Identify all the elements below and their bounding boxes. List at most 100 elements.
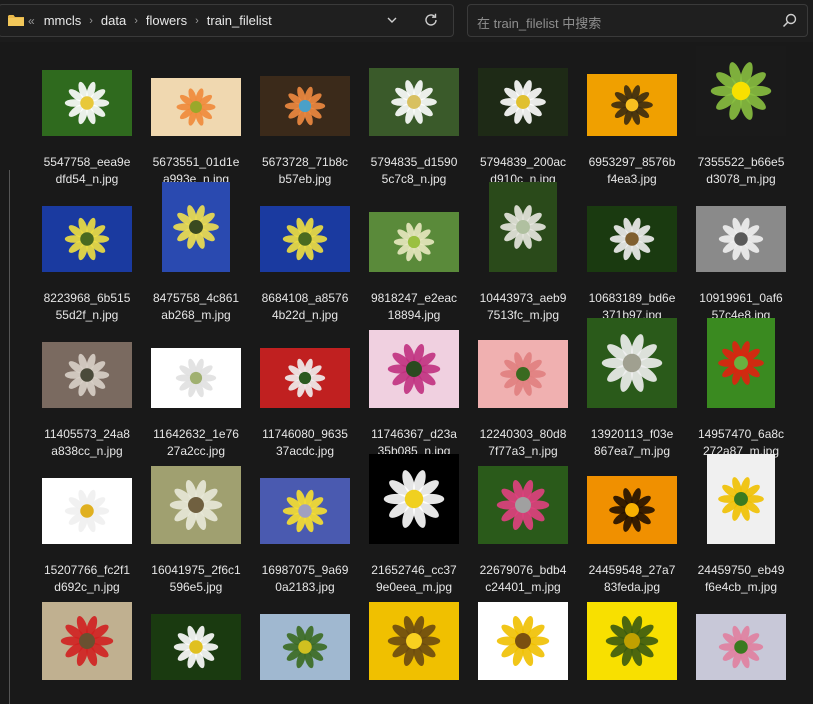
chevron-right-icon[interactable]: › xyxy=(195,15,199,27)
top-bar: « mmcls › data › flowers › train_filelis… xyxy=(0,0,813,42)
image-thumbnail[interactable] xyxy=(478,340,568,408)
file-name-line: ab268_m.jpg xyxy=(161,308,231,322)
file-name-line: 14957470_6a8c xyxy=(697,427,785,441)
image-thumbnail[interactable] xyxy=(151,614,241,680)
file-name: 24459750_eb49 f6e4cb_m.jpg xyxy=(689,562,793,596)
file-name: 24459548_27a7 83feda.jpg xyxy=(580,562,684,596)
navigation-divider xyxy=(9,170,10,704)
image-thumbnail[interactable] xyxy=(587,318,677,408)
thumbnail-frame xyxy=(471,328,575,408)
breadcrumb-item-train-filelist[interactable]: train_filelist xyxy=(207,13,272,28)
file-name-line: 9e0eea_m.jpg xyxy=(375,580,453,594)
navigation-pane xyxy=(0,42,20,704)
image-thumbnail[interactable] xyxy=(478,68,568,136)
image-thumbnail[interactable] xyxy=(151,78,241,136)
image-thumbnail[interactable] xyxy=(478,602,568,680)
image-thumbnail[interactable] xyxy=(587,602,677,680)
file-name: 5547758_eea9e dfd54_n.jpg xyxy=(35,154,139,188)
image-thumbnail[interactable] xyxy=(696,206,786,272)
image-thumbnail[interactable] xyxy=(489,182,557,272)
image-thumbnail[interactable] xyxy=(260,206,350,272)
breadcrumb-overflow[interactable]: « xyxy=(28,14,35,28)
file-name-line: 7f77a3_n.jpg xyxy=(488,444,558,458)
file-name-line: 11746080_9635 xyxy=(262,427,348,441)
image-thumbnail[interactable] xyxy=(151,348,241,408)
file-name-line: 10919961_0af6 xyxy=(699,291,783,305)
refresh-icon[interactable] xyxy=(423,12,439,28)
file-name-line: 7513fc_m.jpg xyxy=(486,308,560,322)
image-thumbnail[interactable] xyxy=(696,46,786,136)
file-name-line: 12240303_80d8 xyxy=(479,427,567,441)
breadcrumb-item-flowers[interactable]: flowers xyxy=(146,13,187,28)
thumbnail-frame xyxy=(580,192,684,272)
file-name-line: b57eb.jpg xyxy=(278,172,332,186)
address-bar[interactable]: « mmcls › data › flowers › train_filelis… xyxy=(0,4,454,37)
image-thumbnail[interactable] xyxy=(260,76,350,136)
file-name: 16987075_9a69 0a2183.jpg xyxy=(253,562,357,596)
file-name: 8684108_a8576 4b22d_n.jpg xyxy=(253,290,357,324)
image-thumbnail[interactable] xyxy=(42,70,132,136)
file-name: 7355522_b66e5 d3078_m.jpg xyxy=(689,154,793,188)
file-name-line: 18894.jpg xyxy=(387,308,441,322)
thumbnail-frame xyxy=(35,328,139,408)
image-thumbnail[interactable] xyxy=(42,478,132,544)
image-thumbnail[interactable] xyxy=(260,614,350,680)
image-thumbnail[interactable] xyxy=(369,330,459,408)
file-name: 22679076_bdb4 c24401_m.jpg xyxy=(471,562,575,596)
thumbnail-frame xyxy=(144,182,248,272)
image-thumbnail[interactable] xyxy=(707,454,775,544)
image-thumbnail[interactable] xyxy=(42,206,132,272)
chevron-right-icon[interactable]: › xyxy=(134,15,138,27)
search-icon[interactable] xyxy=(782,13,797,28)
image-thumbnail[interactable] xyxy=(260,348,350,408)
file-name: 12240303_80d8 7f77a3_n.jpg xyxy=(471,426,575,460)
thumbnail-frame xyxy=(362,192,466,272)
image-thumbnail[interactable] xyxy=(478,466,568,544)
image-thumbnail[interactable] xyxy=(707,318,775,408)
image-thumbnail[interactable] xyxy=(369,454,459,544)
image-thumbnail[interactable] xyxy=(696,614,786,680)
file-name: 5673728_71b8c b57eb.jpg xyxy=(253,154,357,188)
file-name-line: f4ea3.jpg xyxy=(607,172,657,186)
image-thumbnail[interactable] xyxy=(587,206,677,272)
thumbnail-frame xyxy=(689,318,793,408)
image-thumbnail[interactable] xyxy=(587,476,677,544)
file-name: 11746080_9635 37acdc.jpg xyxy=(253,426,357,460)
thumbnail-frame xyxy=(253,56,357,136)
file-name-line: 37acdc.jpg xyxy=(275,444,335,458)
file-name-line: 15207766_fc2f1 xyxy=(43,563,131,577)
image-thumbnail[interactable] xyxy=(42,602,132,680)
image-thumbnail[interactable] xyxy=(369,602,459,680)
image-thumbnail[interactable] xyxy=(260,478,350,544)
image-thumbnail[interactable] xyxy=(162,182,230,272)
file-name: 8223968_6b515 55d2f_n.jpg xyxy=(35,290,139,324)
image-thumbnail[interactable] xyxy=(369,212,459,272)
breadcrumb-item-mmcls[interactable]: mmcls xyxy=(44,13,82,28)
search-box[interactable]: 在 train_filelist 中搜索 xyxy=(467,4,808,37)
thumbnail-frame xyxy=(362,328,466,408)
thumbnail-frame xyxy=(253,464,357,544)
image-thumbnail[interactable] xyxy=(369,68,459,136)
breadcrumb-item-data[interactable]: data xyxy=(101,13,126,28)
image-thumbnail[interactable] xyxy=(151,466,241,544)
chevron-right-icon[interactable]: › xyxy=(89,15,93,27)
image-thumbnail[interactable] xyxy=(42,342,132,408)
file-name-line: d3078_m.jpg xyxy=(706,172,776,186)
file-name-line: 27a2cc.jpg xyxy=(166,444,226,458)
thumbnail-frame xyxy=(689,46,793,136)
thumbnail-frame xyxy=(362,56,466,136)
file-name: 11405573_24a8 a838cc_n.jpg xyxy=(35,426,139,460)
file-name-line: f6e4cb_m.jpg xyxy=(704,580,778,594)
file-name: 16041975_2f6c1 596e5.jpg xyxy=(144,562,248,596)
file-name-line: 83feda.jpg xyxy=(603,580,661,594)
file-name-line: 16987075_9a69 xyxy=(261,563,349,577)
chevron-down-icon[interactable] xyxy=(385,13,399,27)
thumbnail-frame xyxy=(689,600,793,680)
search-placeholder[interactable]: 在 train_filelist 中搜索 xyxy=(477,13,601,32)
file-name: 15207766_fc2f1 d692c_n.jpg xyxy=(35,562,139,596)
thumbnail-frame xyxy=(471,56,575,136)
file-name-line: 16041975_2f6c1 xyxy=(151,563,241,577)
thumbnail-frame xyxy=(144,464,248,544)
thumbnail-frame xyxy=(471,464,575,544)
image-thumbnail[interactable] xyxy=(587,74,677,136)
